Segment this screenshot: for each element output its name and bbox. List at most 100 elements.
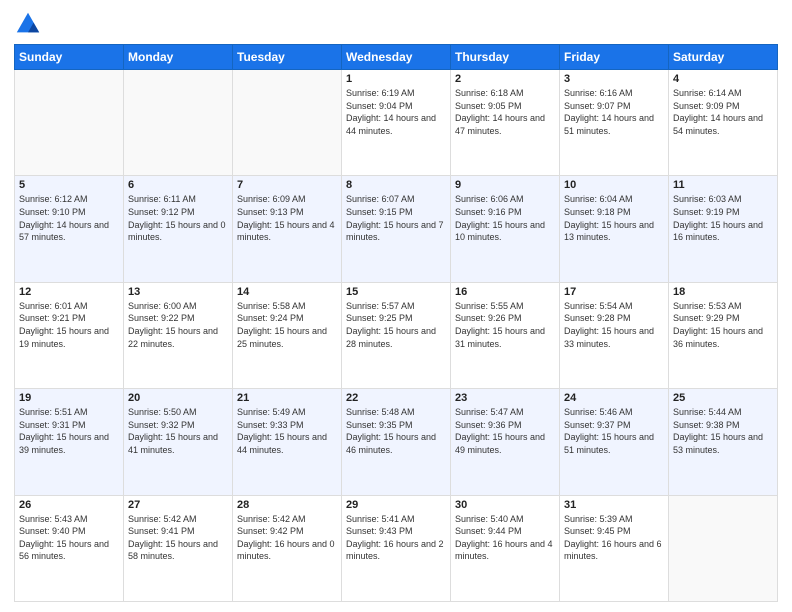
- day-info: Sunrise: 6:12 AMSunset: 9:10 PMDaylight:…: [19, 193, 119, 243]
- table-row: 24Sunrise: 5:46 AMSunset: 9:37 PMDayligh…: [560, 389, 669, 495]
- day-number: 23: [455, 392, 555, 404]
- day-info: Sunrise: 5:49 AMSunset: 9:33 PMDaylight:…: [237, 406, 337, 456]
- day-info: Sunrise: 5:40 AMSunset: 9:44 PMDaylight:…: [455, 513, 555, 563]
- weekday-header-thursday: Thursday: [451, 45, 560, 70]
- calendar-week-2: 5Sunrise: 6:12 AMSunset: 9:10 PMDaylight…: [15, 176, 778, 282]
- table-row: 3 Sunrise: 6:16 AMSunset: 9:07 PMDaylight…: [560, 70, 669, 176]
- day-number: 9: [455, 179, 555, 191]
- day-number: 19: [19, 392, 119, 404]
- day-number: 6: [128, 179, 228, 191]
- page: SundayMondayTuesdayWednesdayThursdayFrid…: [0, 0, 792, 612]
- day-number: 20: [128, 392, 228, 404]
- day-number: 8: [346, 179, 446, 191]
- day-number: 27: [128, 499, 228, 511]
- table-row: 5Sunrise: 6:12 AMSunset: 9:10 PMDaylight…: [15, 176, 124, 282]
- day-info: Sunrise: 5:47 AMSunset: 9:36 PMDaylight:…: [455, 406, 555, 456]
- table-row: 27 Sunrise: 5:42 AMSunset: 9:41 PMDayligh…: [124, 495, 233, 601]
- table-row: 12Sunrise: 6:01 AMSunset: 9:21 PMDayligh…: [15, 282, 124, 388]
- day-number: 3: [564, 73, 664, 85]
- table-row: 30 Sunrise: 5:40 AMSunset: 9:44 PMDayligh…: [451, 495, 560, 601]
- day-info: Sunrise: 5:48 AMSunset: 9:35 PMDaylight:…: [346, 406, 446, 456]
- table-row: 1 Sunrise: 6:19 AMSunset: 9:04 PMDaylight…: [342, 70, 451, 176]
- table-row: 2 Sunrise: 6:18 AMSunset: 9:05 PMDaylight…: [451, 70, 560, 176]
- calendar-table: SundayMondayTuesdayWednesdayThursdayFrid…: [14, 44, 778, 602]
- calendar-week-1: 1 Sunrise: 6:19 AMSunset: 9:04 PMDaylight…: [15, 70, 778, 176]
- table-row: [124, 70, 233, 176]
- day-number: 26: [19, 499, 119, 511]
- day-info: Sunrise: 6:14 AMSunset: 9:09 PMDaylight:…: [673, 87, 773, 137]
- day-info: Sunrise: 5:55 AMSunset: 9:26 PMDaylight:…: [455, 300, 555, 350]
- table-row: 16 Sunrise: 5:55 AMSunset: 9:26 PMDayligh…: [451, 282, 560, 388]
- day-number: 1: [346, 73, 446, 85]
- weekday-header-monday: Monday: [124, 45, 233, 70]
- table-row: 15 Sunrise: 5:57 AMSunset: 9:25 PMDayligh…: [342, 282, 451, 388]
- header: [14, 10, 778, 38]
- day-number: 31: [564, 499, 664, 511]
- day-number: 7: [237, 179, 337, 191]
- day-info: Sunrise: 6:03 AMSunset: 9:19 PMDaylight:…: [673, 193, 773, 243]
- day-number: 16: [455, 286, 555, 298]
- day-number: 25: [673, 392, 773, 404]
- day-info: Sunrise: 6:00 AMSunset: 9:22 PMDaylight:…: [128, 300, 228, 350]
- day-number: 10: [564, 179, 664, 191]
- weekday-header-row: SundayMondayTuesdayWednesdayThursdayFrid…: [15, 45, 778, 70]
- day-info: Sunrise: 5:57 AMSunset: 9:25 PMDaylight:…: [346, 300, 446, 350]
- day-number: 17: [564, 286, 664, 298]
- table-row: 20 Sunrise: 5:50 AMSunset: 9:32 PMDayligh…: [124, 389, 233, 495]
- day-number: 21: [237, 392, 337, 404]
- day-number: 14: [237, 286, 337, 298]
- calendar-week-3: 12Sunrise: 6:01 AMSunset: 9:21 PMDayligh…: [15, 282, 778, 388]
- day-info: Sunrise: 6:16 AMSunset: 9:07 PMDaylight:…: [564, 87, 664, 137]
- table-row: 10 Sunrise: 6:04 AMSunset: 9:18 PMDayligh…: [560, 176, 669, 282]
- table-row: 7 Sunrise: 6:09 AMSunset: 9:13 PMDaylight…: [233, 176, 342, 282]
- day-number: 2: [455, 73, 555, 85]
- day-info: Sunrise: 5:42 AMSunset: 9:41 PMDaylight:…: [128, 513, 228, 563]
- day-info: Sunrise: 5:43 AMSunset: 9:40 PMDaylight:…: [19, 513, 119, 563]
- calendar-week-5: 26 Sunrise: 5:43 AMSunset: 9:40 PMDayligh…: [15, 495, 778, 601]
- table-row: [669, 495, 778, 601]
- day-info: Sunrise: 5:50 AMSunset: 9:32 PMDaylight:…: [128, 406, 228, 456]
- day-info: Sunrise: 5:46 AMSunset: 9:37 PMDaylight:…: [564, 406, 664, 456]
- day-number: 15: [346, 286, 446, 298]
- day-info: Sunrise: 6:09 AMSunset: 9:13 PMDaylight:…: [237, 193, 337, 243]
- table-row: 17 Sunrise: 5:54 AMSunset: 9:28 PMDayligh…: [560, 282, 669, 388]
- logo: [14, 10, 46, 38]
- table-row: 14 Sunrise: 5:58 AMSunset: 9:24 PMDayligh…: [233, 282, 342, 388]
- logo-icon: [14, 10, 42, 38]
- day-info: Sunrise: 5:58 AMSunset: 9:24 PMDaylight:…: [237, 300, 337, 350]
- weekday-header-tuesday: Tuesday: [233, 45, 342, 70]
- calendar-week-4: 19 Sunrise: 5:51 AMSunset: 9:31 PMDayligh…: [15, 389, 778, 495]
- table-row: 11 Sunrise: 6:03 AMSunset: 9:19 PMDayligh…: [669, 176, 778, 282]
- table-row: 13 Sunrise: 6:00 AMSunset: 9:22 PMDayligh…: [124, 282, 233, 388]
- table-row: 21 Sunrise: 5:49 AMSunset: 9:33 PMDayligh…: [233, 389, 342, 495]
- day-info: Sunrise: 5:51 AMSunset: 9:31 PMDaylight:…: [19, 406, 119, 456]
- day-number: 13: [128, 286, 228, 298]
- day-info: Sunrise: 6:04 AMSunset: 9:18 PMDaylight:…: [564, 193, 664, 243]
- day-info: Sunrise: 6:07 AMSunset: 9:15 PMDaylight:…: [346, 193, 446, 243]
- day-info: Sunrise: 5:42 AMSunset: 9:42 PMDaylight:…: [237, 513, 337, 563]
- day-number: 11: [673, 179, 773, 191]
- day-number: 18: [673, 286, 773, 298]
- day-info: Sunrise: 6:19 AMSunset: 9:04 PMDaylight:…: [346, 87, 446, 137]
- table-row: 31 Sunrise: 5:39 AMSunset: 9:45 PMDayligh…: [560, 495, 669, 601]
- weekday-header-wednesday: Wednesday: [342, 45, 451, 70]
- day-info: Sunrise: 6:06 AMSunset: 9:16 PMDaylight:…: [455, 193, 555, 243]
- table-row: 8 Sunrise: 6:07 AMSunset: 9:15 PMDaylight…: [342, 176, 451, 282]
- weekday-header-friday: Friday: [560, 45, 669, 70]
- day-info: Sunrise: 5:54 AMSunset: 9:28 PMDaylight:…: [564, 300, 664, 350]
- day-number: 4: [673, 73, 773, 85]
- table-row: 28 Sunrise: 5:42 AMSunset: 9:42 PMDayligh…: [233, 495, 342, 601]
- table-row: 18 Sunrise: 5:53 AMSunset: 9:29 PMDayligh…: [669, 282, 778, 388]
- day-number: 22: [346, 392, 446, 404]
- table-row: 23 Sunrise: 5:47 AMSunset: 9:36 PMDayligh…: [451, 389, 560, 495]
- day-info: Sunrise: 5:44 AMSunset: 9:38 PMDaylight:…: [673, 406, 773, 456]
- day-info: Sunrise: 5:39 AMSunset: 9:45 PMDaylight:…: [564, 513, 664, 563]
- table-row: 19 Sunrise: 5:51 AMSunset: 9:31 PMDayligh…: [15, 389, 124, 495]
- day-info: Sunrise: 6:18 AMSunset: 9:05 PMDaylight:…: [455, 87, 555, 137]
- day-number: 28: [237, 499, 337, 511]
- table-row: 26 Sunrise: 5:43 AMSunset: 9:40 PMDayligh…: [15, 495, 124, 601]
- table-row: 25 Sunrise: 5:44 AMSunset: 9:38 PMDayligh…: [669, 389, 778, 495]
- day-info: Sunrise: 5:53 AMSunset: 9:29 PMDaylight:…: [673, 300, 773, 350]
- table-row: 29Sunrise: 5:41 AMSunset: 9:43 PMDayligh…: [342, 495, 451, 601]
- day-number: 30: [455, 499, 555, 511]
